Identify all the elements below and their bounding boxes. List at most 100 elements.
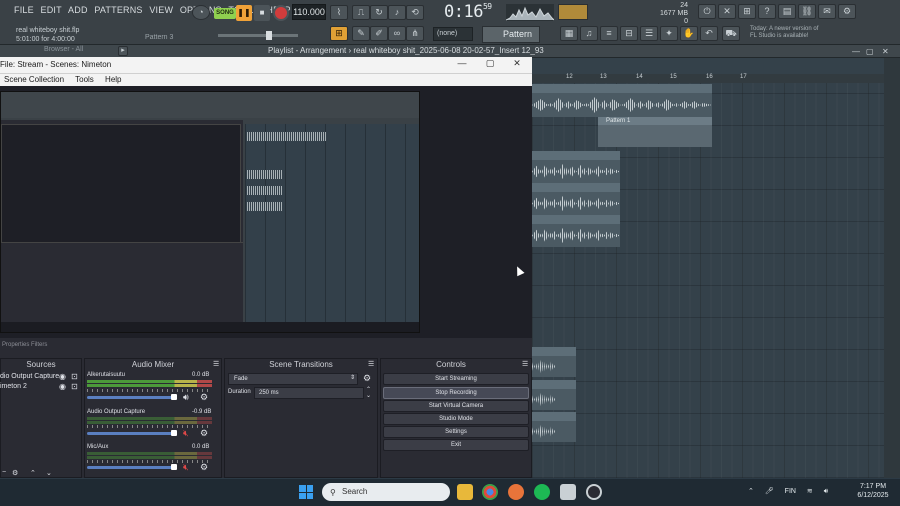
studio-mode-button[interactable]: Studio Mode: [383, 413, 529, 425]
mixer-view-icon[interactable]: ≡: [600, 26, 618, 41]
playlist-grid[interactable]: [532, 83, 900, 478]
transition-select[interactable]: Fade: [228, 373, 358, 385]
lock-icon[interactable]: ⊡: [71, 382, 78, 391]
help-icon[interactable]: ?: [758, 4, 776, 19]
playlist-icon[interactable]: ▦: [560, 26, 578, 41]
speaker-muted-icon[interactable]: 🔇︎: [183, 462, 189, 473]
menu-scene-collection[interactable]: Scene Collection: [4, 75, 64, 84]
touch-icon[interactable]: ✋: [680, 26, 698, 41]
move-up-icon[interactable]: ⌃: [30, 469, 36, 477]
audio-clip[interactable]: real white_.89 » real white..sert 12_89: [532, 151, 620, 183]
metronome-icon[interactable]: ⌇: [330, 5, 348, 20]
move-down-icon[interactable]: ⌄: [46, 469, 52, 477]
countdown-icon[interactable]: ↻: [370, 5, 388, 20]
speaker-muted-icon[interactable]: 🔇︎: [183, 428, 189, 439]
menu-view[interactable]: VIEW: [149, 5, 173, 15]
microphone-icon[interactable]: 🎤︎: [765, 488, 774, 495]
exit-button[interactable]: Exit: [383, 439, 529, 451]
pitch-slider-knob[interactable]: [266, 31, 272, 40]
chevron-up-icon[interactable]: ⌃: [748, 488, 754, 495]
obs-maximize-icon[interactable]: ▢: [480, 58, 500, 69]
blend-notes-icon[interactable]: ♪: [388, 5, 406, 20]
speaker-icon[interactable]: 🔊︎: [183, 392, 189, 403]
settings-icon[interactable]: ⚙: [12, 469, 18, 477]
language-indicator[interactable]: FIN: [785, 488, 796, 495]
browser-icon[interactable]: ▤: [778, 4, 796, 19]
plugin-picker-icon[interactable]: ⛓: [798, 4, 816, 19]
eye-icon[interactable]: ◉: [59, 372, 66, 381]
playlist-minimize-icon[interactable]: —: [852, 47, 860, 56]
audio-clip[interactable]: 119_Acoustic_Guitar_Loop_NoRush_Chords_D…: [532, 84, 712, 117]
gear-icon[interactable]: ⚙: [200, 462, 208, 473]
brush-icon[interactable]: ✎: [352, 26, 370, 41]
obs-minimize-icon[interactable]: —: [452, 58, 472, 68]
tempo-display[interactable]: 110.000: [292, 4, 326, 20]
tempo-tapper-icon[interactable]: ✦: [660, 26, 678, 41]
song-mode-toggle[interactable]: SONG: [214, 8, 236, 19]
chat-icon[interactable]: ✉: [818, 4, 836, 19]
volume-slider-knob[interactable]: [171, 464, 177, 470]
transitions-menu-icon[interactable]: ☰: [368, 360, 374, 368]
lock-icon[interactable]: ⊡: [71, 372, 78, 381]
playlist-maximize-icon[interactable]: ▢: [866, 47, 874, 56]
windows-start-icon[interactable]: [299, 485, 313, 499]
volume-slider[interactable]: [87, 466, 175, 469]
pause-button[interactable]: ❚❚: [236, 5, 252, 21]
settings-icon[interactable]: ⚙: [838, 4, 856, 19]
timeline-ruler[interactable]: [532, 74, 900, 83]
menu-edit[interactable]: EDIT: [41, 5, 62, 15]
loop-record-icon[interactable]: ⟲: [406, 5, 424, 20]
snap-select[interactable]: (none): [433, 27, 473, 41]
volume-slider-knob[interactable]: [171, 394, 177, 400]
pattern-select[interactable]: Pattern 3: [482, 26, 540, 54]
gear-icon[interactable]: ⚙: [363, 373, 371, 384]
start-streaming-button[interactable]: Start Streaming: [383, 373, 529, 385]
audio-clip[interactable]: whi..rt 12_60: [532, 380, 576, 410]
menu-file[interactable]: FILE: [14, 5, 34, 15]
spotify-icon[interactable]: [534, 484, 550, 500]
pitch-slider[interactable]: [218, 34, 298, 37]
channel-rack-icon[interactable]: ⊞: [738, 4, 756, 19]
taskbar-search-input[interactable]: Search: [322, 483, 450, 501]
source-item[interactable]: dio Output Capture: [0, 373, 59, 380]
wait-input-icon[interactable]: ⎍: [352, 5, 370, 20]
obs-icon[interactable]: [586, 484, 602, 500]
plugin-icon[interactable]: ☰: [640, 26, 658, 41]
stop-button[interactable]: ■: [254, 5, 270, 21]
link-icon[interactable]: ∞: [388, 26, 406, 41]
menu-tools[interactable]: Tools: [75, 75, 94, 84]
duration-input[interactable]: 250 ms: [254, 387, 364, 399]
paint-icon[interactable]: ✐: [370, 26, 388, 41]
playlist-scrollbar[interactable]: [884, 58, 900, 478]
menu-help[interactable]: Help: [105, 75, 121, 84]
menu-add[interactable]: ADD: [68, 5, 88, 15]
browser-label[interactable]: Browser - All: [44, 46, 83, 53]
volume-slider[interactable]: [87, 432, 175, 435]
menu-patterns[interactable]: PATTERNS: [94, 5, 142, 15]
controls-menu-icon[interactable]: ☰: [522, 360, 528, 368]
snap-icon[interactable]: ⊞: [330, 26, 348, 41]
mixer-menu-icon[interactable]: ☰: [213, 360, 219, 368]
obs-close-icon[interactable]: ✕: [507, 58, 527, 69]
audio-clip[interactable]: re..92 » real whit..sert 12_92: [532, 183, 620, 215]
piano-roll-icon[interactable]: ♫: [580, 26, 598, 41]
remove-icon[interactable]: −: [2, 469, 6, 476]
audio-clip[interactable]: white..sert 12_59: [532, 347, 576, 377]
magnet-icon[interactable]: ⋔: [406, 26, 424, 41]
pattern-clip[interactable]: Pattern 1: [598, 117, 712, 147]
audio-clip[interactable]: re..93 » real whit..sert 12_93: [532, 215, 620, 247]
chrome-icon[interactable]: [482, 484, 498, 500]
volume-icon[interactable]: 🔊︎: [824, 488, 828, 495]
fl-studio-icon[interactable]: [508, 484, 524, 500]
properties-filters-tabs[interactable]: Properties Filters: [2, 342, 47, 348]
start-virtual-camera-button[interactable]: Start Virtual Camera: [383, 400, 529, 412]
settings-button[interactable]: Settings: [383, 426, 529, 438]
volume-slider[interactable]: [87, 396, 175, 399]
record-button[interactable]: [273, 5, 289, 21]
volume-slider-knob[interactable]: [171, 430, 177, 436]
news-panel[interactable]: Today: A newer version of FL Studio is a…: [750, 26, 840, 40]
cpu-icon[interactable]: ⏻: [698, 4, 716, 19]
shop-icon[interactable]: ⛟: [722, 26, 740, 41]
app-icon[interactable]: [560, 484, 576, 500]
channel-view-icon[interactable]: ⊟: [620, 26, 638, 41]
